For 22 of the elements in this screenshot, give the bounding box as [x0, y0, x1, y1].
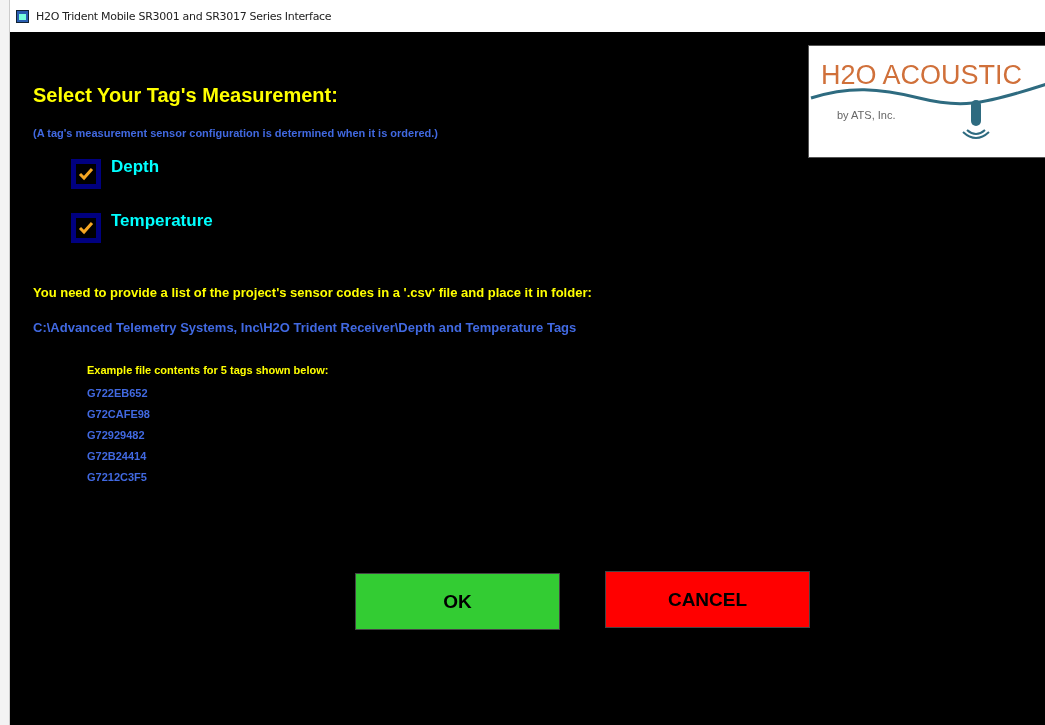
- option-label: Depth: [111, 157, 160, 177]
- logo-text: H2O ACOUSTIC: [821, 60, 1023, 91]
- sensor-code: G72B24414: [87, 449, 148, 464]
- example-caption: Example file contents for 5 tags shown below:: [87, 364, 330, 376]
- sensor-code: G722EB652: [87, 386, 149, 401]
- sensor-code: G72929482: [87, 428, 146, 443]
- instruction-text: You need to provide a list of the project's sensor codes in a '.csv' file and place it in folder:: [33, 285, 593, 300]
- ok-button[interactable]: OK: [355, 573, 560, 630]
- note-text: (A tag's measurement sensor configuration is determined when it is ordered.): [33, 127, 439, 139]
- folder-path: C:\Advanced Telemetry Systems, Inc\H2O Trident Receiver\Depth and Temperature Tags: [33, 320, 578, 335]
- check-icon: [78, 166, 94, 182]
- checkbox[interactable]: [71, 213, 101, 243]
- logo-tagline: by ATS, Inc.: [837, 109, 896, 121]
- option-label: Temperature: [111, 211, 213, 231]
- sensor-code: G7212C3F5: [87, 470, 148, 485]
- cancel-button[interactable]: CANCEL: [605, 571, 810, 628]
- heading: Select Your Tag's Measurement:: [33, 84, 339, 107]
- sensor-code: G72CAFE98: [87, 407, 151, 422]
- app-icon: [16, 9, 29, 23]
- check-icon: [78, 220, 94, 236]
- checkbox[interactable]: [71, 159, 101, 189]
- window-title: H2O Trident Mobile SR3001 and SR3017 Series Interface: [36, 9, 332, 23]
